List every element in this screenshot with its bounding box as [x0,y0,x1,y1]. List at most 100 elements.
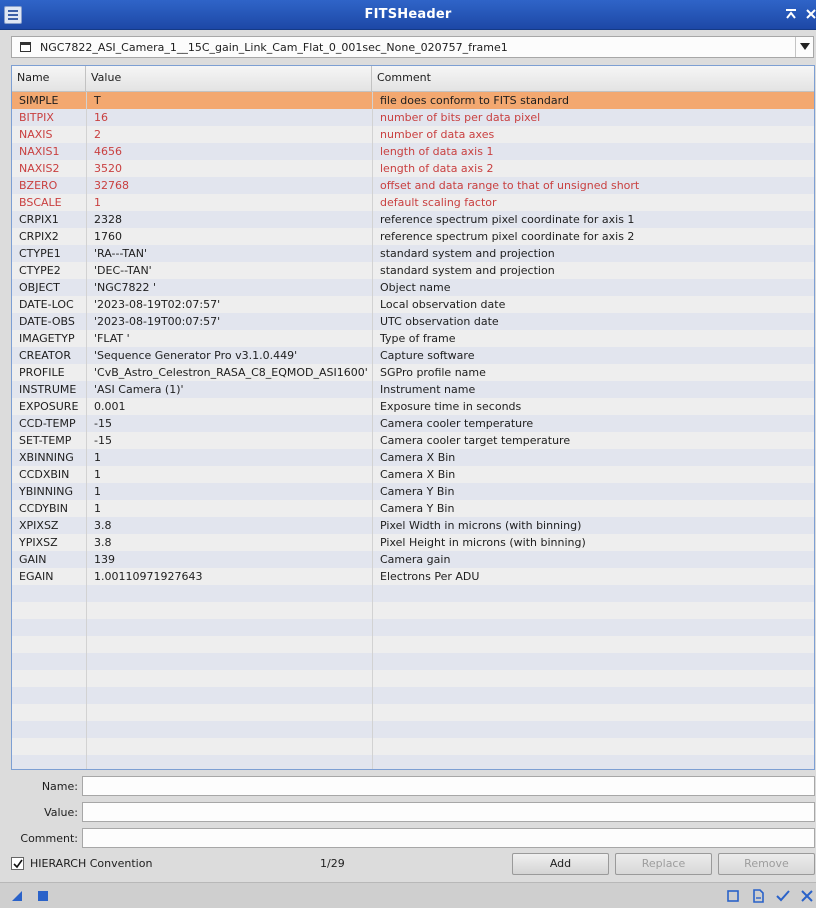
cell-value: 4656 [86,143,372,160]
cell-value: 'CvB_Astro_Celestron_RASA_C8_EQMOD_ASI16… [86,364,372,381]
table-row[interactable]: CREATOR 'Sequence Generator Pro v3.1.0.44… [12,347,814,364]
title-bar: FITSHeader [0,0,816,30]
replace-button[interactable]: Replace [615,853,712,875]
cell-comment: Pixel Width in microns (with binning) [372,517,814,534]
table-row[interactable]: BITPIX 16 number of bits per data pixel [12,109,814,126]
comment-field[interactable] [82,828,815,848]
cell-comment: length of data axis 2 [372,160,814,177]
cell-name: CRPIX1 [19,213,59,226]
add-button[interactable]: Add [512,853,609,875]
cell-value: 1 [86,449,372,466]
cell-comment: UTC observation date [372,313,814,330]
hierarch-label[interactable]: HIERARCH Convention [30,857,152,870]
table-row[interactable]: EXPOSURE 0.001 Exposure time in seconds [12,398,814,415]
shade-icon[interactable] [784,8,798,22]
table-row[interactable]: CTYPE1 'RA---TAN' standard system and proj… [12,245,814,262]
preview-icon[interactable] [726,889,740,903]
dropdown-arrow-button[interactable] [795,37,813,57]
name-label: Name: [41,780,78,793]
cell-comment: Camera X Bin [372,466,814,483]
table-body: SIMPLE Tfile does conform to FITS standar… [12,92,814,769]
cell-name: CCD-TEMP [19,417,76,430]
name-field[interactable] [82,776,815,796]
empty-row [12,704,814,721]
column-header-value[interactable]: Value [86,66,372,92]
table-row[interactable]: YPIXSZ 3.8 Pixel Height in microns (with b… [12,534,814,551]
table-row[interactable]: DATE-OBS '2023-08-19T00:07:57' UTC observa… [12,313,814,330]
table-row[interactable]: DATE-LOC '2023-08-19T02:07:57' Local obser… [12,296,814,313]
cell-comment: reference spectrum pixel coordinate for … [372,211,814,228]
table-row[interactable]: INSTRUME 'ASI Camera (1)' Instrument name [12,381,814,398]
cell-name: PROFILE [19,366,65,379]
cell-value: '2023-08-19T00:07:57' [86,313,372,330]
new-instance-icon[interactable] [10,889,24,903]
apply-global-icon[interactable] [36,889,50,903]
keyword-table[interactable]: Name Value Comment SIMPLE Tfile does conf… [11,65,815,770]
table-row[interactable]: CCDXBIN 1 Camera X Bin [12,466,814,483]
cell-value: 16 [86,109,372,126]
table-row[interactable]: BSCALE 1 default scaling factor [12,194,814,211]
hierarch-checkbox[interactable] [11,857,24,870]
cell-name: OBJECT [19,281,60,294]
table-row[interactable]: XBINNING 1 Camera X Bin [12,449,814,466]
table-row[interactable]: CCDYBIN 1 Camera Y Bin [12,500,814,517]
cell-value: -15 [86,415,372,432]
table-row[interactable]: SET-TEMP -15 Camera cooler target temperat… [12,432,814,449]
cell-comment: Pixel Height in microns (with binning) [372,534,814,551]
table-row[interactable]: EGAIN 1.00110971927643 Electrons Per ADU [12,568,814,585]
table-row[interactable]: SIMPLE Tfile does conform to FITS standar… [12,92,814,109]
table-row[interactable]: IMAGETYP 'FLAT ' Type of frame [12,330,814,347]
table-row[interactable]: XPIXSZ 3.8 Pixel Width in microns (with bi… [12,517,814,534]
table-row[interactable]: YBINNING 1 Camera Y Bin [12,483,814,500]
table-row[interactable]: CRPIX2 1760 reference spectrum pixel coord… [12,228,814,245]
table-row[interactable]: CCD-TEMP -15 Camera cooler temperature [12,415,814,432]
table-row[interactable]: CTYPE2 'DEC--TAN' standard system and proj… [12,262,814,279]
cell-value: 'FLAT ' [86,330,372,347]
value-field[interactable] [82,802,815,822]
column-header-comment[interactable]: Comment [372,66,814,92]
cell-value: 'RA---TAN' [86,245,372,262]
cell-value: 'Sequence Generator Pro v3.1.0.449' [86,347,372,364]
column-header-name[interactable]: Name [12,66,86,92]
cell-value: 1 [86,483,372,500]
cell-comment: default scaling factor [372,194,814,211]
image-window-icon [20,42,31,52]
empty-row [12,721,814,738]
cell-value: 32768 [86,177,372,194]
cell-value: 1 [86,466,372,483]
cell-comment: file does conform to FITS standard [372,92,814,109]
table-row[interactable]: NAXIS1 4656 length of data axis 1 [12,143,814,160]
cell-value: 3.8 [86,534,372,551]
ok-check-icon[interactable] [776,889,790,903]
cell-comment: Camera X Bin [372,449,814,466]
file-selector-value: NGC7822_ASI_Camera_1__15C_gain_Link_Cam_… [40,41,508,54]
table-row[interactable]: BZERO 32768 offset and data range to that … [12,177,814,194]
cell-value: 1.00110971927643 [86,568,372,585]
cell-comment: Instrument name [372,381,814,398]
table-row[interactable]: CRPIX1 2328 reference spectrum pixel coord… [12,211,814,228]
table-row[interactable]: GAIN 139 Camera gain [12,551,814,568]
cell-comment: Object name [372,279,814,296]
cell-comment: Camera Y Bin [372,500,814,517]
cell-name: CRPIX2 [19,230,59,243]
cell-name: CCDXBIN [19,468,70,481]
cell-comment: standard system and projection [372,245,814,262]
reset-icon[interactable] [800,889,814,903]
cell-name: YPIXSZ [19,536,58,549]
cell-value: 2328 [86,211,372,228]
remove-button[interactable]: Remove [718,853,815,875]
cell-value: '2023-08-19T02:07:57' [86,296,372,313]
table-row[interactable]: PROFILE 'CvB_Astro_Celestron_RASA_C8_EQMO… [12,364,814,381]
cell-name: CREATOR [19,349,71,362]
file-selector[interactable]: NGC7822_ASI_Camera_1__15C_gain_Link_Cam_… [11,36,814,58]
table-row[interactable]: NAXIS 2 number of data axes [12,126,814,143]
close-icon[interactable] [804,8,816,22]
table-row[interactable]: OBJECT 'NGC7822 ' Object name [12,279,814,296]
document-icon[interactable] [751,889,765,903]
empty-row [12,602,814,619]
cell-name: NAXIS1 [19,145,60,158]
table-row[interactable]: NAXIS2 3520 length of data axis 2 [12,160,814,177]
cell-name: CTYPE2 [19,264,61,277]
cell-name: SIMPLE [19,94,59,107]
empty-row [12,670,814,687]
